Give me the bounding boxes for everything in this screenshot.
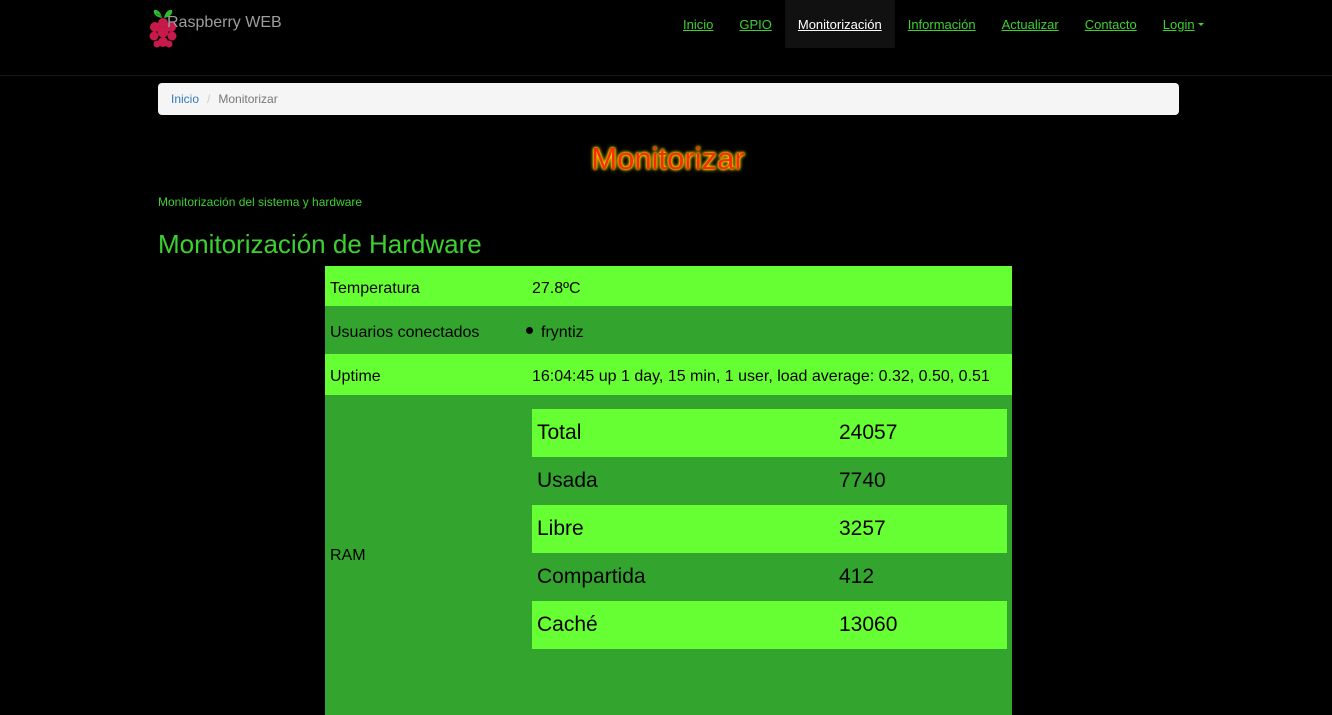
section-title-hardware: Monitorización de Hardware [158,229,482,259]
page-title: Monitorizar [591,141,745,176]
row-uptime: Uptime 16:04:45 up 1 day, 15 min, 1 user… [325,354,1012,395]
ram-name: Usada [537,469,598,492]
ram-name: Libre [537,517,584,540]
nav-inicio[interactable]: Inicio [670,0,726,48]
ram-value: 24057 [839,421,898,444]
ram-name: Caché [537,613,598,636]
caret-down-icon [1197,22,1204,26]
bullet-icon [526,327,533,334]
connected-user: fryntiz [541,324,584,341]
ram-row-total: Total 24057 [532,409,1007,457]
nav-login-dropdown[interactable]: Login [1150,0,1217,48]
uptime-value: 16:04:45 up 1 day, 15 min, 1 user, load … [532,368,990,385]
row-temperatura: Temperatura 27.8ºC [325,266,1012,306]
brand-name: Raspberry WEB [167,14,282,31]
temperature-value: 27.8ºC [532,280,581,297]
brand[interactable]: Raspberry WEB [146,6,306,56]
nav-actualizar[interactable]: Actualizar [989,0,1072,48]
ram-table: Total 24057 Usada 7740 Libre 3257 Compar… [532,409,1007,649]
ram-value: 13060 [839,613,898,636]
users-label: Usuarios conectados [330,324,480,341]
nav-informacion[interactable]: Información [895,0,989,48]
hardware-table: Temperatura 27.8ºC Usuarios conectados f… [325,266,1012,715]
nav-gpio[interactable]: GPIO [726,0,785,48]
page-subtitle: Monitorización del sistema y hardware [158,195,363,209]
temperature-label: Temperatura [330,280,420,297]
ram-row-usada: Usada 7740 [532,457,1007,505]
main-nav: Inicio GPIO Monitorización Información A… [670,0,1217,48]
ram-row-cache: Caché 13060 [532,601,1007,649]
breadcrumb-separator: / [207,92,211,106]
ram-row-compartida: Compartida 412 [532,553,1007,601]
breadcrumb-home-link[interactable]: Inicio [171,92,199,106]
nav-contacto[interactable]: Contacto [1072,0,1150,48]
ram-value: 7740 [839,469,886,492]
ram-name: Compartida [537,565,646,588]
ram-value: 412 [839,565,875,588]
row-ram: RAM Total 24057 Usada 7740 Libre 3257 Co… [325,395,1012,715]
nav-login-label: Login [1162,16,1195,32]
ram-value: 3257 [839,517,886,540]
breadcrumb: Inicio / Monitorizar [158,83,1179,115]
ram-label: RAM [330,547,366,564]
navbar: Raspberry WEB Inicio GPIO Monitorización… [0,0,1332,76]
nav-monitorizacion[interactable]: Monitorización [784,0,895,48]
ram-name: Total [537,421,582,444]
ram-row-libre: Libre 3257 [532,505,1007,553]
breadcrumb-current: Monitorizar [218,92,278,106]
uptime-label: Uptime [330,368,381,385]
row-usuarios: Usuarios conectados fryntiz [325,306,1012,354]
